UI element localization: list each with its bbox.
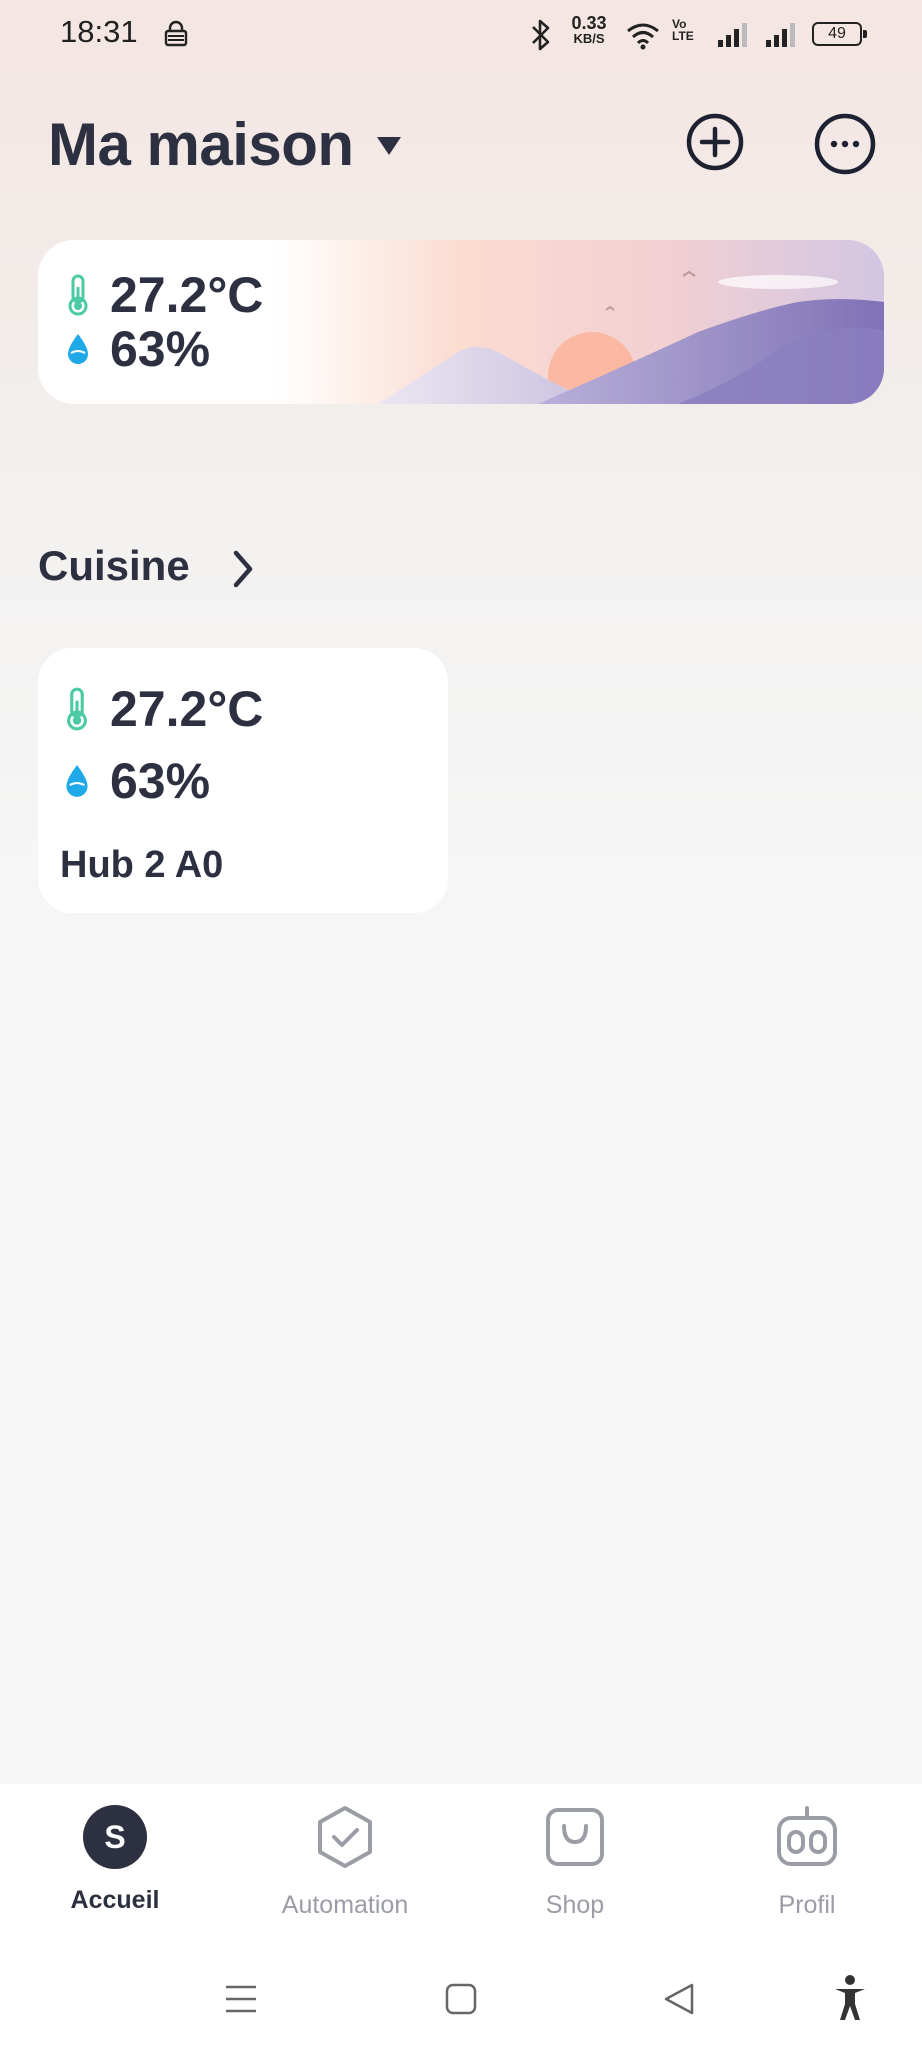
device-name: Hub 2 A0: [60, 844, 224, 886]
nav-label-accueil: Accueil: [70, 1886, 160, 1914]
humidity-drop-icon: [66, 765, 88, 797]
battery-icon: 49: [812, 22, 867, 46]
nav-tab-accueil[interactable]: S Accueil: [20, 1804, 210, 1915]
avatar-icon: S: [83, 1805, 147, 1869]
wifi-icon: [627, 23, 659, 50]
room-title[interactable]: Cuisine: [38, 542, 190, 590]
bottom-navigation: S Accueil Automation Shop Profil: [0, 1784, 922, 1952]
network-speed: 0.33 KB/S: [571, 13, 607, 46]
caret-down-icon[interactable]: [375, 135, 403, 157]
more-options-button[interactable]: [814, 113, 876, 175]
device-humidity: 63%: [62, 752, 210, 810]
signal-sim2-icon: [766, 23, 795, 47]
thermometer-icon: [67, 687, 87, 731]
nav-label-automation: Automation: [281, 1891, 409, 1919]
device-temperature-value: 27.2°C: [110, 681, 264, 737]
bluetooth-icon: [532, 19, 550, 51]
robot-icon: [777, 1806, 837, 1866]
add-button[interactable]: [686, 113, 744, 171]
volte-icon: Vo LTE: [672, 17, 694, 43]
back-icon[interactable]: [662, 1982, 696, 2016]
weather-temperature: 27.2°C: [64, 267, 263, 323]
system-navigation-bar: [0, 1952, 922, 2048]
home-selector[interactable]: Ma maison: [48, 110, 354, 179]
signal-sim1-icon: [718, 23, 747, 47]
chevron-right-icon[interactable]: [228, 547, 258, 591]
nav-tab-shop[interactable]: Shop: [480, 1804, 670, 1920]
device-card[interactable]: 27.2°C 63% Hub 2 A0: [38, 648, 448, 913]
weather-banner[interactable]: 27.2°C 63%: [38, 240, 884, 404]
device-temperature: 27.2°C: [62, 680, 263, 738]
humidity-drop-icon: [68, 334, 88, 364]
device-humidity-value: 63%: [110, 753, 211, 809]
home-square-icon[interactable]: [444, 1982, 478, 2016]
weather-humidity: 63%: [64, 321, 210, 377]
status-bar: 18:31 0.33 KB/S Vo LTE 49: [0, 0, 922, 72]
weather-temperature-value: 27.2°C: [110, 267, 264, 323]
thermometer-icon: [68, 274, 88, 316]
automation-icon: [318, 1806, 372, 1868]
nav-tab-profil[interactable]: Profil: [712, 1804, 902, 1920]
weather-humidity-value: 63%: [110, 321, 211, 377]
nav-tab-automation[interactable]: Automation: [250, 1804, 440, 1920]
menu-icon[interactable]: [224, 1982, 258, 2016]
shop-bag-icon: [546, 1808, 604, 1866]
vpn-lock-icon: [164, 20, 188, 47]
nav-label-shop: Shop: [545, 1891, 605, 1919]
status-time: 18:31: [60, 14, 138, 49]
accessibility-icon[interactable]: [832, 1974, 868, 2022]
nav-label-profil: Profil: [778, 1891, 836, 1919]
